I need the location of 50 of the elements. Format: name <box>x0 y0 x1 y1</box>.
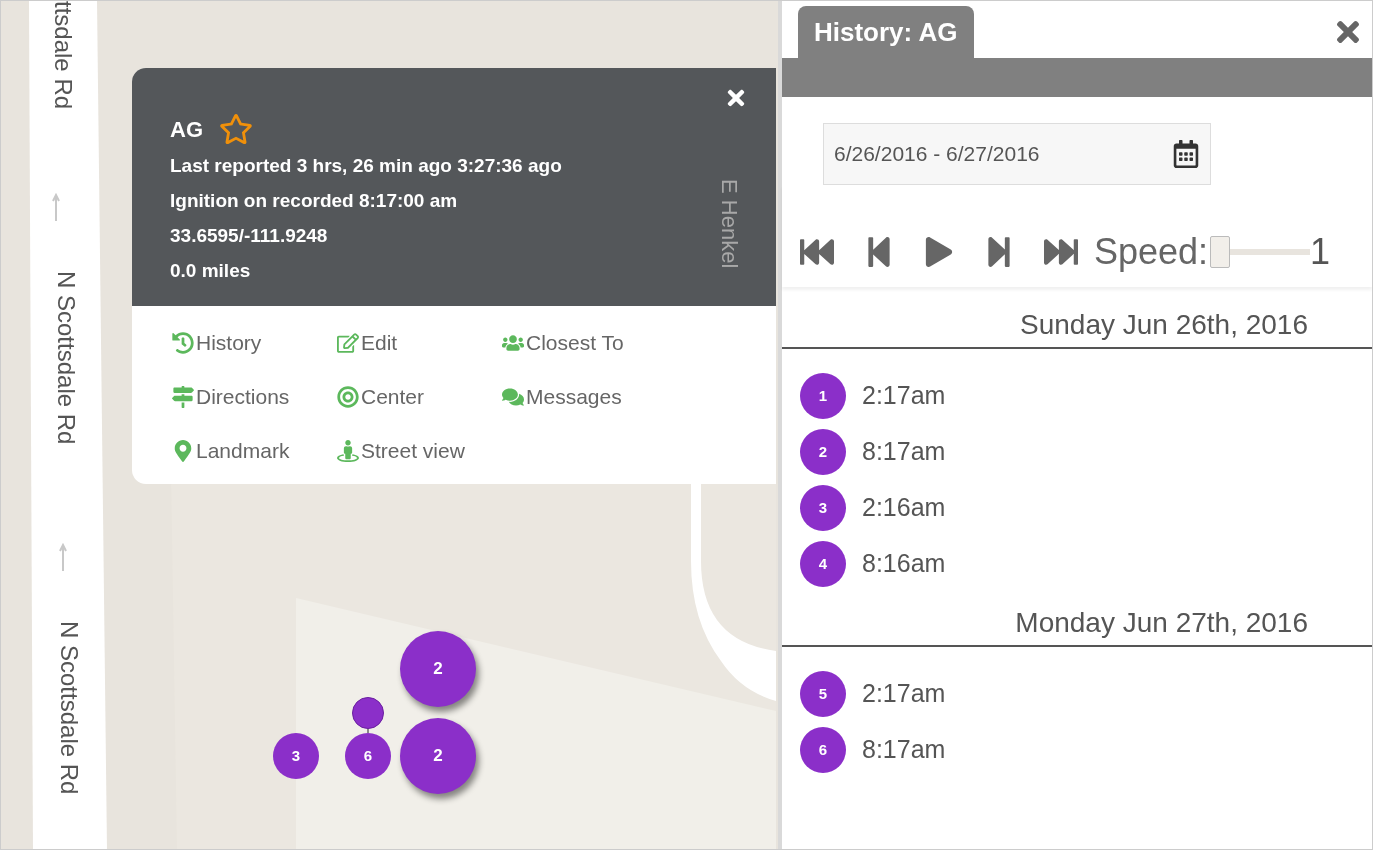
map-pin-marker[interactable] <box>351 697 385 733</box>
speed-value: 1 <box>1310 230 1331 274</box>
signpost-icon <box>172 386 194 408</box>
action-link[interactable]: Landmark <box>172 424 337 478</box>
street-label: N Scottsdale Rd <box>55 621 84 795</box>
action-link[interactable]: Messages <box>502 370 702 424</box>
stop-number-marker[interactable]: 1 <box>800 373 846 419</box>
day-heading: Sunday Jun 26th, 2016 <box>1020 308 1308 342</box>
popup-detail: 0.0 miles <box>170 259 251 283</box>
people-icon <box>502 332 524 354</box>
action-link[interactable]: Edit <box>337 316 502 370</box>
stop-number-marker[interactable]: 2 <box>800 429 846 475</box>
street-label: ttsdale Rd <box>49 1 78 110</box>
history-icon <box>172 332 194 354</box>
edit-icon <box>337 332 359 354</box>
stop-time[interactable]: 8:16am <box>862 545 946 583</box>
action-link[interactable]: Street view <box>337 424 502 478</box>
stop-time[interactable]: 2:16am <box>862 489 946 527</box>
calendar-icon[interactable] <box>1172 140 1200 168</box>
popup-detail: 33.6595/-111.9248 <box>170 224 328 248</box>
stop-time[interactable]: 8:17am <box>862 731 946 769</box>
date-range-value: 6/26/2016 - 6/27/2016 <box>834 141 1040 168</box>
street-label: E Henkel <box>716 179 743 269</box>
play-button[interactable] <box>924 237 954 267</box>
action-link[interactable]: Closest To <box>502 316 702 370</box>
street-label: N Scottsdale Rd <box>52 271 81 445</box>
speed-label: Speed: <box>1094 230 1209 274</box>
play-icon <box>924 237 954 267</box>
day-heading: Monday Jun 27th, 2016 <box>1015 606 1308 640</box>
popup-detail: Ignition on recorded 8:17:00 am <box>170 189 458 213</box>
stop-time[interactable]: 2:17am <box>862 675 946 713</box>
slider-thumb[interactable] <box>1210 236 1231 268</box>
history-tab[interactable]: History: AG <box>798 6 974 58</box>
map-pin-icon <box>172 440 194 462</box>
popup-detail: Last reported 3 hrs, 26 min ago 3:27:36 ago <box>170 154 562 178</box>
stop-time[interactable]: 8:17am <box>862 433 946 471</box>
target-icon <box>337 386 359 408</box>
action-link[interactable]: History <box>172 316 337 370</box>
stop-number-marker[interactable]: 5 <box>800 671 846 717</box>
person-icon <box>337 440 359 462</box>
stop-number-marker[interactable]: 6 <box>800 727 846 773</box>
stop-number-marker[interactable]: 3 <box>800 485 846 531</box>
action-link[interactable]: Directions <box>172 370 337 424</box>
stop-number-marker[interactable]: 4 <box>800 541 846 587</box>
stop-time[interactable]: 2:17am <box>862 377 946 415</box>
date-range-field[interactable]: 6/26/2016 - 6/27/2016 <box>823 123 1211 185</box>
chat-bubbles-icon <box>502 386 524 408</box>
action-link[interactable]: Center <box>337 370 502 424</box>
star-icon[interactable] <box>219 112 253 146</box>
popup-title: AG <box>170 115 203 144</box>
